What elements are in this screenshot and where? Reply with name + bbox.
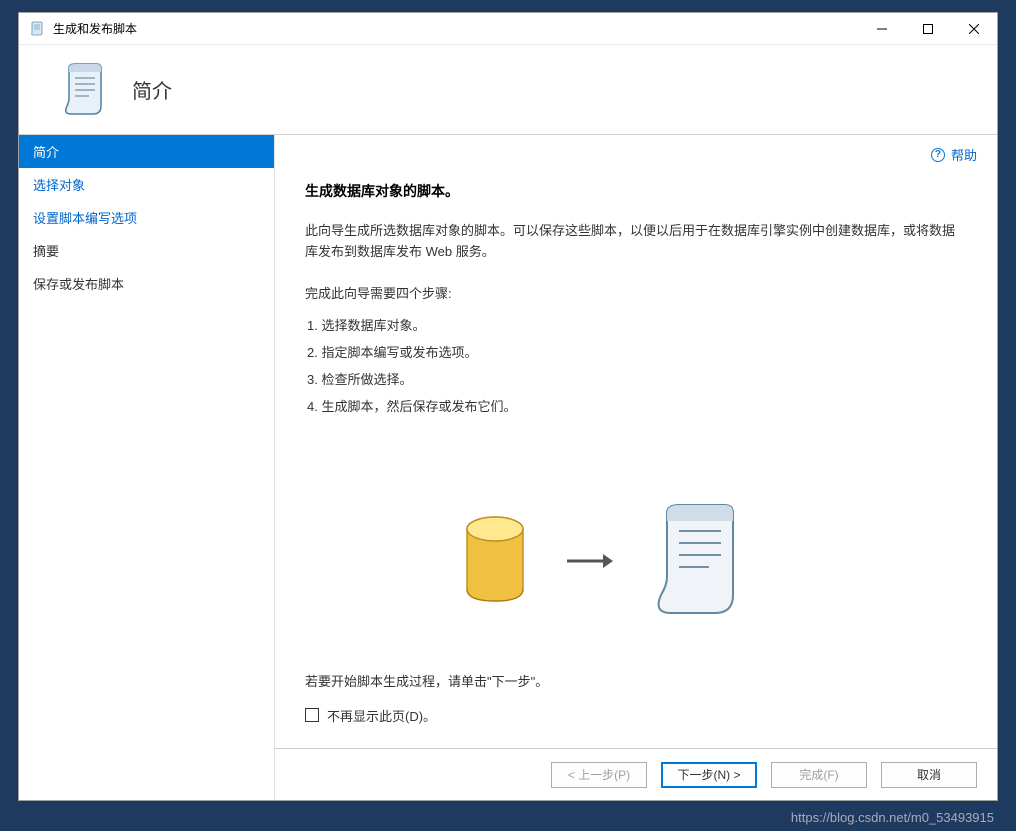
titlebar: 生成和发布脚本 bbox=[19, 13, 997, 45]
close-button[interactable] bbox=[951, 13, 997, 45]
step-item: 4. 生成脚本，然后保存或发布它们。 bbox=[305, 393, 957, 420]
titlebar-left: 生成和发布脚本 bbox=[29, 20, 137, 37]
content-description: 此向导生成所选数据库对象的脚本。可以保存这些脚本，以便以后用于在数据库引擎实例中… bbox=[305, 221, 957, 263]
finish-button: 完成(F) bbox=[771, 762, 867, 788]
database-icon bbox=[455, 511, 535, 611]
watermark: https://blog.csdn.net/m0_53493915 bbox=[791, 810, 994, 825]
wizard-sidebar: 简介 选择对象 设置脚本编写选项 摘要 保存或发布脚本 bbox=[19, 135, 275, 800]
prev-button: < 上一步(P) bbox=[551, 762, 647, 788]
next-button[interactable]: 下一步(N) > bbox=[661, 762, 757, 788]
step-item: 2. 指定脚本编写或发布选项。 bbox=[305, 339, 957, 366]
steps-list: 1. 选择数据库对象。 2. 指定脚本编写或发布选项。 3. 检查所做选择。 4… bbox=[305, 312, 957, 421]
step-item: 1. 选择数据库对象。 bbox=[305, 312, 957, 339]
steps-intro: 完成此向导需要四个步骤: bbox=[305, 283, 957, 302]
main-content: 生成数据库对象的脚本。 此向导生成所选数据库对象的脚本。可以保存这些脚本，以便以… bbox=[275, 135, 997, 748]
main-panel: ? 帮助 生成数据库对象的脚本。 此向导生成所选数据库对象的脚本。可以保存这些脚… bbox=[275, 135, 997, 800]
sidebar-item-options[interactable]: 设置脚本编写选项 bbox=[19, 201, 274, 234]
start-hint: 若要开始脚本生成过程，请单击"下一步"。 bbox=[305, 671, 957, 690]
header-panel: 简介 bbox=[19, 45, 997, 135]
content-area: 简介 选择对象 设置脚本编写选项 摘要 保存或发布脚本 ? 帮助 生成数据库对象… bbox=[19, 135, 997, 800]
dont-show-row[interactable]: 不再显示此页(D)。 bbox=[305, 706, 957, 725]
illustration bbox=[455, 501, 957, 621]
window-title: 生成和发布脚本 bbox=[53, 20, 137, 37]
script-header-icon bbox=[59, 62, 107, 118]
sidebar-item-summary[interactable]: 摘要 bbox=[19, 234, 274, 267]
dont-show-label: 不再显示此页(D)。 bbox=[327, 706, 436, 725]
step-item: 3. 检查所做选择。 bbox=[305, 366, 957, 393]
minimize-button[interactable] bbox=[859, 13, 905, 45]
content-heading: 生成数据库对象的脚本。 bbox=[305, 181, 957, 201]
sidebar-item-save[interactable]: 保存或发布脚本 bbox=[19, 267, 274, 300]
app-icon bbox=[29, 21, 45, 37]
wizard-window: 生成和发布脚本 简介 简介 选择对象 bbox=[18, 12, 998, 801]
help-label: 帮助 bbox=[951, 145, 977, 164]
cancel-button[interactable]: 取消 bbox=[881, 762, 977, 788]
page-title: 简介 bbox=[132, 75, 172, 104]
help-icon: ? bbox=[931, 148, 945, 162]
button-bar: < 上一步(P) 下一步(N) > 完成(F) 取消 bbox=[275, 748, 997, 800]
sidebar-item-select[interactable]: 选择对象 bbox=[19, 168, 274, 201]
arrow-icon bbox=[565, 546, 615, 576]
window-controls bbox=[859, 13, 997, 45]
sidebar-item-intro[interactable]: 简介 bbox=[19, 135, 274, 168]
maximize-button[interactable] bbox=[905, 13, 951, 45]
dont-show-checkbox[interactable] bbox=[305, 708, 319, 722]
help-link[interactable]: ? 帮助 bbox=[931, 145, 977, 164]
script-large-icon bbox=[645, 501, 745, 621]
